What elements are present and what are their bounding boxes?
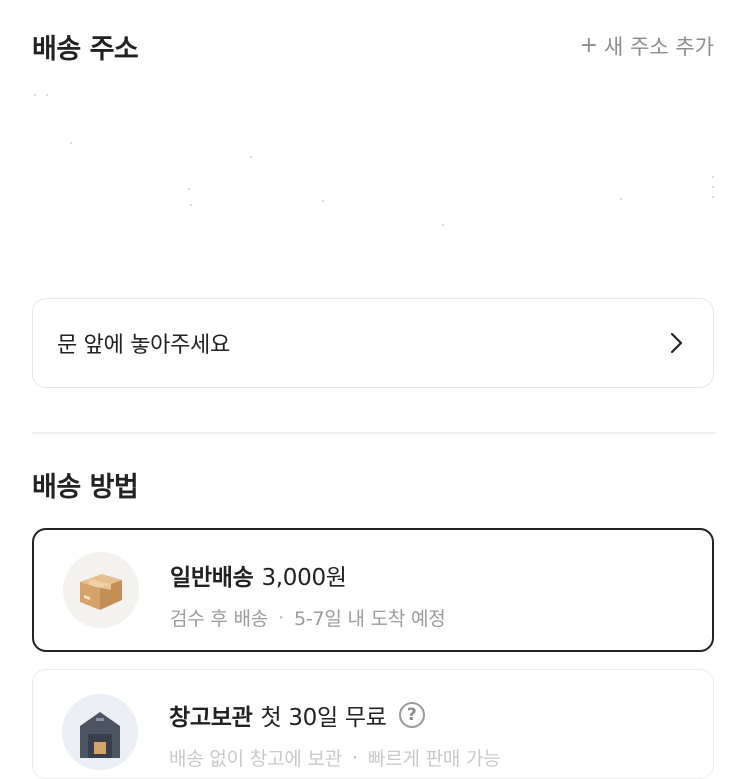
delivery-request-select[interactable]: 문 앞에 놓아주세요 xyxy=(32,298,714,388)
address-header: 배송 주소 + 새 주소 추가 xyxy=(32,24,714,68)
help-icon[interactable]: ? xyxy=(398,702,425,728)
box-icon xyxy=(63,552,139,628)
chevron-right-icon xyxy=(670,332,683,354)
option-desc-a: 배송 없이 창고에 보관 xyxy=(169,748,343,770)
section-divider xyxy=(32,432,716,434)
delivery-option-warehouse[interactable]: 창고보관 첫 30일 무료 ? 배송 없이 창고에 보관 · 빠르게 판매 가능 xyxy=(32,669,714,779)
separator-dot: · xyxy=(352,746,358,769)
option-name: 창고보관 xyxy=(169,705,253,731)
add-address-button[interactable]: + 새 주소 추가 xyxy=(580,31,714,61)
method-section-title: 배송 방법 xyxy=(32,471,139,503)
address-details xyxy=(32,84,714,244)
method-header: 배송 방법 xyxy=(32,462,714,506)
plus-icon: + xyxy=(579,33,599,58)
option-name: 일반배송 xyxy=(170,565,254,591)
delivery-option-standard[interactable]: 일반배송 3,000원 검수 후 배송 · 5-7일 내 도착 예정 xyxy=(32,528,714,652)
address-section-title: 배송 주소 xyxy=(32,33,139,65)
option-desc-b: 빠르게 판매 가능 xyxy=(367,748,501,770)
option-desc-b: 5-7일 내 도착 예정 xyxy=(293,608,446,630)
option-desc-a: 검수 후 배송 xyxy=(170,608,269,630)
separator-dot: · xyxy=(278,606,284,629)
warehouse-icon xyxy=(62,694,138,770)
delivery-request-text: 문 앞에 놓아주세요 xyxy=(57,333,230,358)
option-price: 첫 30일 무료 xyxy=(260,705,387,731)
add-address-label: 새 주소 추가 xyxy=(604,35,714,59)
option-price: 3,000원 xyxy=(261,565,347,591)
